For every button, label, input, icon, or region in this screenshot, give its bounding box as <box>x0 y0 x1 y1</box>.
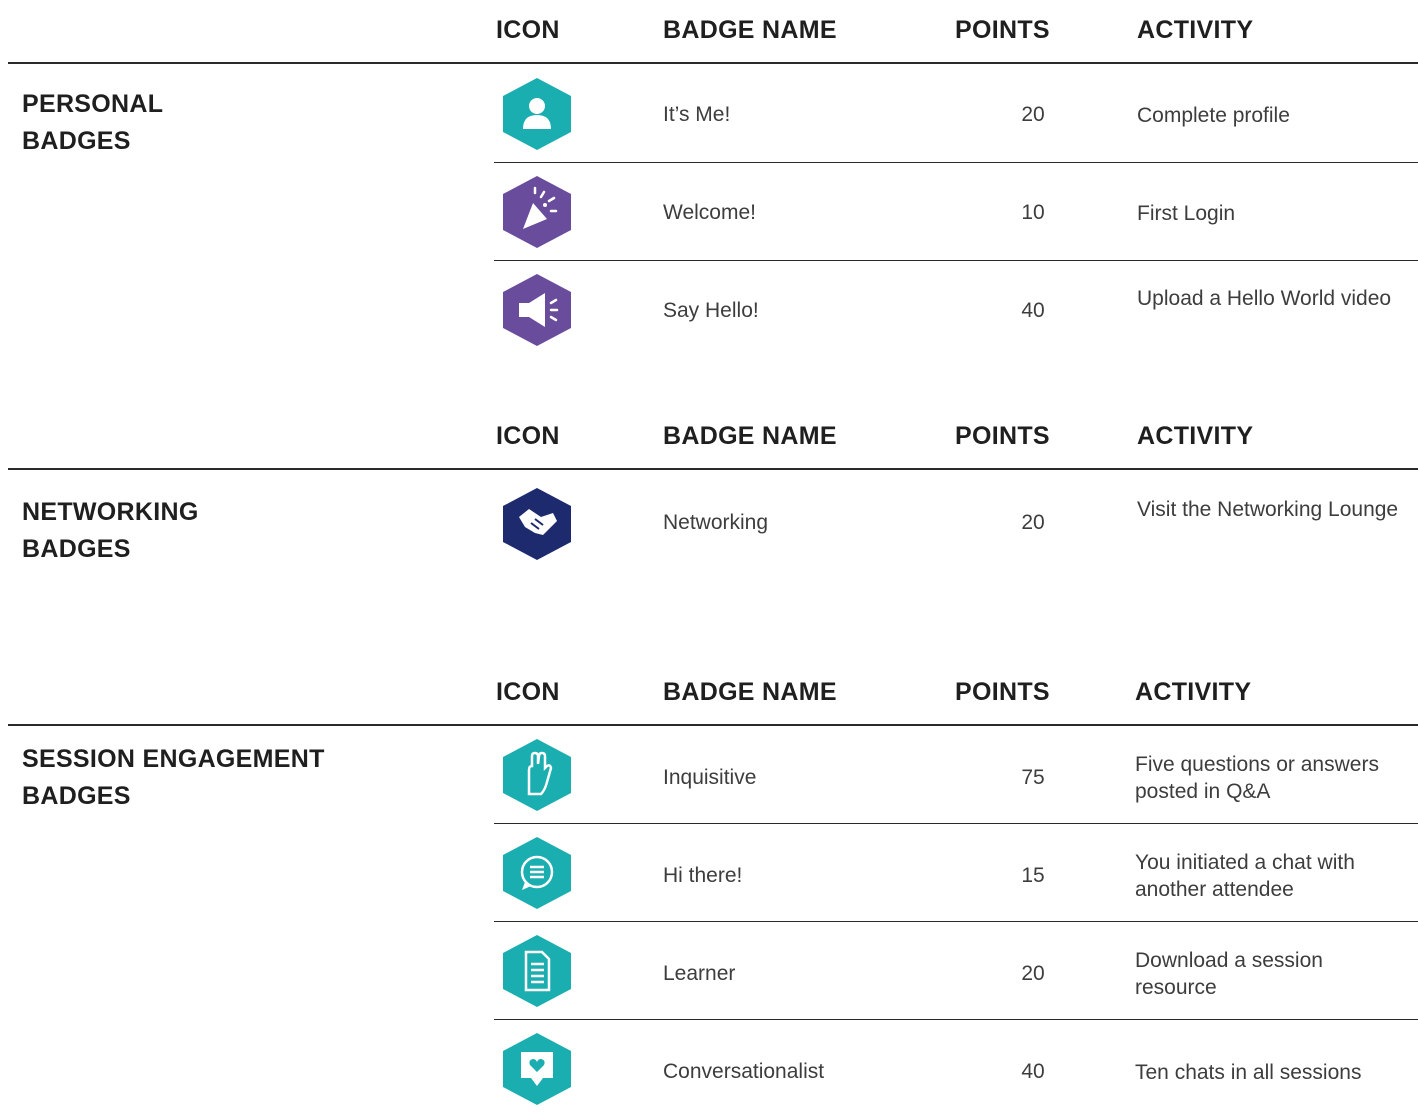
header-divider <box>8 62 1418 64</box>
badge-name: Learner <box>663 962 736 985</box>
badge-activity: Visit the Networking Lounge <box>1137 498 1399 521</box>
heart-message-icon <box>503 1033 571 1105</box>
badge-points: 20 <box>1021 103 1045 126</box>
badge-name: Inquisitive <box>663 766 757 789</box>
badge-row: It’s Me! 20 Complete profile <box>0 65 1418 163</box>
badge-activity: Five questions or answers posted in Q&A <box>1135 753 1379 803</box>
badge-name: Networking <box>663 511 769 534</box>
badge-activity: Download a session resource <box>1135 949 1323 999</box>
header-icon: ICON <box>496 16 560 44</box>
header-icon: ICON <box>496 678 560 706</box>
badge-points: 20 <box>1021 962 1045 985</box>
raised-hand-icon <box>503 739 571 811</box>
badge-row: Networking 20 Visit the Networking Loung… <box>0 475 1418 573</box>
header-badge-name: BADGE NAME <box>663 422 837 450</box>
header-badge-name: BADGE NAME <box>663 16 837 44</box>
header-points: POINTS <box>955 422 1050 450</box>
badge-activity: You initiated a chat with another attend… <box>1135 851 1355 901</box>
badge-name: Welcome! <box>663 201 756 224</box>
header-activity: ACTIVITY <box>1137 16 1254 44</box>
badge-name: Conversationalist <box>663 1060 825 1083</box>
header-activity: ACTIVITY <box>1137 422 1254 450</box>
badge-row: Learner 20 Download a session resource <box>0 922 1418 1020</box>
badge-points: 20 <box>1021 511 1045 534</box>
badge-row: Hi there! 15 You initiated a chat with a… <box>0 824 1418 922</box>
header-points: POINTS <box>955 16 1050 44</box>
badge-points: 75 <box>1021 766 1045 789</box>
badge-name: Say Hello! <box>663 299 759 322</box>
badge-activity: Complete profile <box>1137 104 1290 127</box>
table-header: ICON BADGE NAME POINTS ACTIVITY <box>0 0 1418 62</box>
header-points: POINTS <box>955 678 1050 706</box>
chat-bubble-icon <box>503 837 571 909</box>
badge-name: Hi there! <box>663 864 743 887</box>
header-divider <box>8 468 1418 470</box>
badge-activity: Ten chats in all sessions <box>1135 1061 1362 1084</box>
party-popper-icon <box>503 176 571 248</box>
badge-points: 40 <box>1021 1060 1045 1083</box>
document-icon <box>503 935 571 1007</box>
badge-row: Welcome! 10 First Login <box>0 163 1418 261</box>
table-header: ICON BADGE NAME POINTS ACTIVITY <box>0 406 1418 468</box>
badge-points: 40 <box>1021 299 1045 322</box>
handshake-icon <box>503 488 571 560</box>
badge-row: Say Hello! 40 Upload a Hello World video <box>0 261 1418 359</box>
badge-row: Inquisitive 75 Five questions or answers… <box>0 726 1418 824</box>
megaphone-icon <box>503 274 571 346</box>
table-header: ICON BADGE NAME POINTS ACTIVITY <box>0 662 1418 724</box>
header-activity: ACTIVITY <box>1135 678 1252 706</box>
badge-activity: First Login <box>1137 202 1236 225</box>
badge-points: 10 <box>1021 201 1045 224</box>
header-badge-name: BADGE NAME <box>663 678 837 706</box>
badge-name: It’s Me! <box>663 103 731 126</box>
person-icon <box>503 78 571 150</box>
badge-activity: Upload a Hello World video <box>1137 287 1392 310</box>
badge-row: Conversationalist 40 Ten chats in all se… <box>0 1020 1418 1118</box>
header-icon: ICON <box>496 422 560 450</box>
badge-points: 15 <box>1021 864 1045 887</box>
